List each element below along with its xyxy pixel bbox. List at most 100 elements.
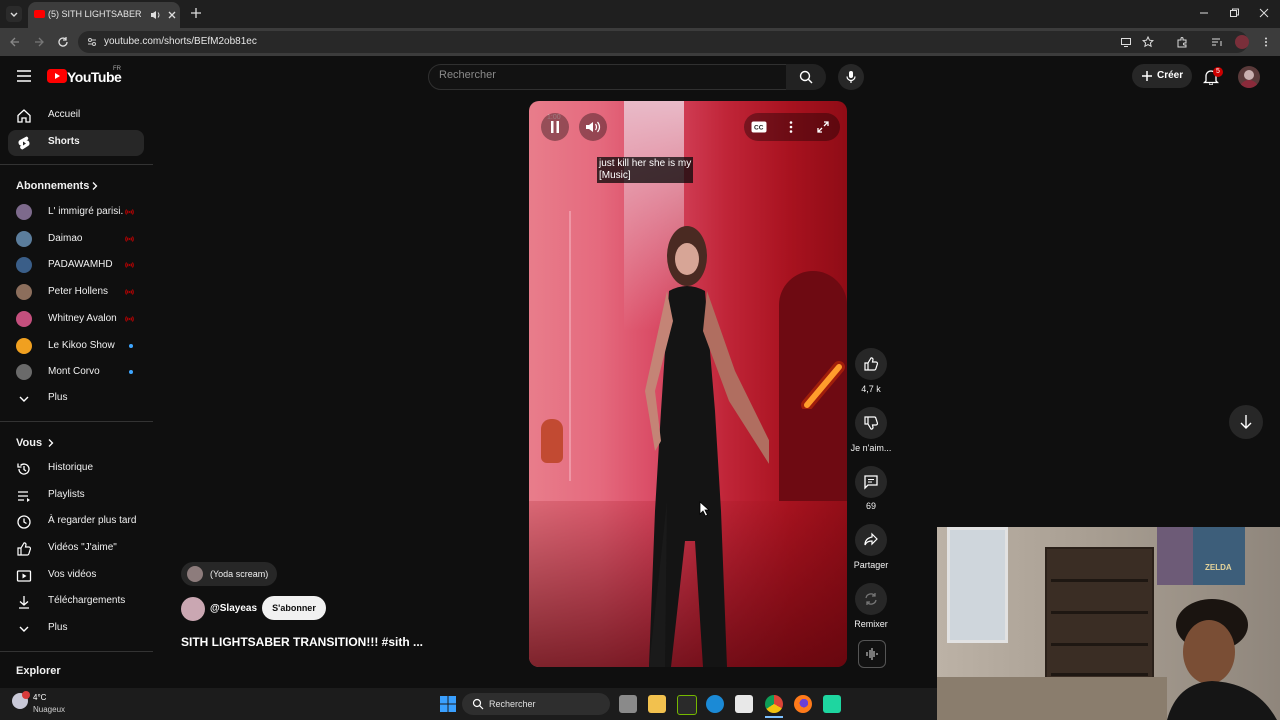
volume-icon xyxy=(586,121,601,133)
install-app-icon[interactable] xyxy=(1120,36,1132,48)
sidebar-item-downloads[interactable]: Téléchargements xyxy=(8,589,144,615)
like-button[interactable] xyxy=(855,348,887,380)
url-text[interactable]: youtube.com/shorts/BEfM2ob81ec xyxy=(104,36,257,47)
sidebar-subscription-item[interactable]: Mont Corvo xyxy=(8,359,144,385)
subscription-label: L' immigré parisi... xyxy=(48,206,124,217)
new-tab-icon[interactable] xyxy=(190,7,202,19)
weather-description[interactable]: Nuageux xyxy=(33,705,65,714)
close-window-icon[interactable] xyxy=(1258,7,1270,19)
explore-heading: Explorer xyxy=(16,665,61,677)
svg-text:CC: CC xyxy=(754,125,764,132)
close-tab-icon[interactable] xyxy=(166,9,178,21)
video-title[interactable]: SITH LIGHTSABER TRANSITION!!! #sith ... xyxy=(181,635,423,649)
share-button[interactable] xyxy=(855,524,887,556)
microsoft-store-icon[interactable] xyxy=(735,695,753,713)
site-info-icon[interactable] xyxy=(86,36,98,48)
task-view-icon[interactable] xyxy=(619,695,637,713)
your-videos-icon xyxy=(16,570,32,582)
back-icon[interactable] xyxy=(9,36,21,48)
youtube-logo-icon[interactable] xyxy=(47,69,67,83)
channel-name[interactable]: @Slayeas xyxy=(210,603,257,614)
file-explorer-icon[interactable] xyxy=(648,695,666,713)
sidebar-item-label: Téléchargements xyxy=(48,595,126,606)
sound-chip[interactable]: (Yoda scream) xyxy=(181,562,277,586)
sidebar-item-home[interactable]: Accueil xyxy=(8,103,144,129)
windows-start-icon[interactable] xyxy=(440,696,456,712)
sidebar-you-more[interactable]: Plus xyxy=(8,616,144,642)
firefox-browser-icon[interactable] xyxy=(794,695,812,713)
account-avatar[interactable] xyxy=(1238,66,1260,88)
thumbs-up-icon xyxy=(864,357,879,371)
sidebar-subs-more[interactable]: Plus xyxy=(8,386,144,412)
sidebar-subscription-item[interactable]: PADAWAMHD xyxy=(8,252,144,278)
shorts-video-player[interactable] xyxy=(529,101,847,667)
sound-avatar xyxy=(187,566,203,582)
browser-menu-icon[interactable] xyxy=(1260,36,1272,48)
tab-search-button[interactable] xyxy=(6,6,22,22)
thumbs-down-icon xyxy=(864,416,879,430)
volume-button[interactable] xyxy=(579,113,607,141)
chevron-down-icon xyxy=(19,626,29,632)
browser-tab-active[interactable]: (5) SITH LIGHTSABER TRAN xyxy=(28,2,180,28)
subscribe-button[interactable]: S'abonner xyxy=(262,596,326,620)
app-icon[interactable] xyxy=(823,695,841,713)
bookmark-star-icon[interactable] xyxy=(1142,36,1154,48)
channel-avatar xyxy=(16,230,32,247)
sidebar-item-history[interactable]: Historique xyxy=(8,456,144,482)
nvidia-icon[interactable] xyxy=(677,695,697,715)
create-button[interactable]: Créer xyxy=(1132,64,1192,88)
fullscreen-icon[interactable] xyxy=(816,120,830,134)
closed-captions-icon[interactable]: CC xyxy=(751,121,767,133)
sidebar-divider xyxy=(0,651,153,652)
sidebar-item-playlists[interactable]: Playlists xyxy=(8,483,144,509)
live-indicator-icon xyxy=(125,262,134,269)
chrome-browser-icon[interactable] xyxy=(765,695,783,713)
remix-button[interactable] xyxy=(855,583,887,615)
dislike-button[interactable] xyxy=(855,407,887,439)
tab-title: (5) SITH LIGHTSABER TRAN xyxy=(48,9,144,19)
sidebar-item-your-videos[interactable]: Vos vidéos xyxy=(8,563,144,589)
extensions-icon[interactable] xyxy=(1176,36,1188,48)
reload-icon[interactable] xyxy=(57,36,69,48)
audio-playing-icon[interactable] xyxy=(149,9,161,21)
search-button[interactable] xyxy=(786,64,826,90)
you-heading[interactable]: Vous xyxy=(16,437,54,449)
next-video-button[interactable] xyxy=(1229,405,1263,439)
weather-temperature[interactable]: 4°C xyxy=(33,693,46,702)
sidebar-item-liked-videos[interactable]: Vidéos "J'aime" xyxy=(8,536,144,562)
sidebar-subscription-item[interactable]: Le Kikoo Show xyxy=(8,333,144,359)
arrow-down-icon xyxy=(1240,415,1252,429)
sidebar-subscription-item[interactable]: Daimao xyxy=(8,226,144,252)
pause-icon xyxy=(551,121,559,133)
more-options-icon[interactable] xyxy=(785,120,797,134)
restore-icon[interactable] xyxy=(1228,7,1240,19)
sidebar-subscription-item[interactable]: Whitney Avalon xyxy=(8,306,144,332)
search-input[interactable] xyxy=(439,69,759,81)
media-controls-icon[interactable] xyxy=(1211,36,1223,48)
channel-avatar[interactable] xyxy=(181,597,205,621)
menu-hamburger-icon[interactable] xyxy=(16,69,32,83)
taskbar-search[interactable]: Rechercher xyxy=(462,693,610,715)
create-label: Créer xyxy=(1157,70,1184,81)
sound-thumbnail-button[interactable] xyxy=(858,640,886,668)
forward-icon[interactable] xyxy=(33,36,45,48)
profile-avatar[interactable] xyxy=(1235,35,1249,49)
remix-label: Remixer xyxy=(854,619,888,629)
search-icon xyxy=(472,698,484,710)
sidebar-item-shorts[interactable]: Shorts xyxy=(8,130,144,156)
pause-button[interactable] xyxy=(541,113,569,141)
new-content-dot xyxy=(129,370,133,375)
comments-button[interactable] xyxy=(855,466,887,498)
chevron-right-icon xyxy=(48,439,54,447)
minimize-icon[interactable] xyxy=(1198,7,1210,19)
remix-icon xyxy=(865,593,877,605)
edge-browser-icon[interactable] xyxy=(706,695,724,713)
subscriptions-heading[interactable]: Abonnements xyxy=(16,180,98,192)
sidebar-item-watch-later[interactable]: À regarder plus tard xyxy=(8,509,144,535)
voice-search-button[interactable] xyxy=(838,64,864,90)
history-icon xyxy=(17,463,30,475)
sidebar-subscription-item[interactable]: Peter Hollens xyxy=(8,279,144,305)
sidebar-subscription-item[interactable]: L' immigré parisi... xyxy=(8,199,144,225)
subscriptions-title: Abonnements xyxy=(16,180,90,192)
microphone-icon xyxy=(846,71,856,83)
